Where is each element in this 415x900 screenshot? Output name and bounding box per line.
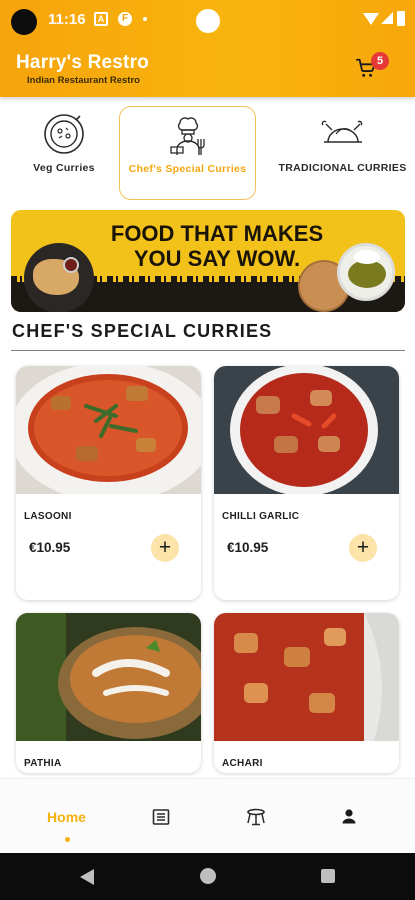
category-tradicional-curries[interactable]: TRADICIONAL CURRIES: [270, 106, 415, 200]
dish-image-pathia: [16, 613, 201, 741]
dot-icon: [143, 17, 147, 21]
item-price: €10.95: [227, 540, 269, 555]
signal-icon: [381, 12, 393, 24]
nav-profile[interactable]: [297, 779, 400, 854]
banner-headline: FOOD THAT MAKES YOU SAY WOW.: [97, 221, 337, 271]
front-camera: [196, 9, 220, 33]
banner-plate-image: [24, 243, 94, 312]
roast-chicken-icon: [321, 120, 362, 143]
app-subtitle: Indian Restaurant Restro: [27, 75, 140, 86]
item-name: LASOONI: [24, 511, 72, 522]
category-veg-curries[interactable]: Veg Curries: [20, 106, 108, 200]
camera-hole: [11, 9, 37, 35]
banner-bowl-image: [337, 243, 395, 301]
category-label: TRADICIONAL CURRIES: [278, 162, 407, 174]
app-title: Harry's Restro: [16, 52, 149, 73]
dish-image-lasooni: [16, 366, 201, 494]
back-icon[interactable]: [80, 869, 94, 885]
nav-table[interactable]: [204, 779, 307, 854]
status-bar: 11:16 A F: [0, 0, 415, 40]
category-row: Veg Curries Chef's Special Curries TRADI…: [0, 100, 415, 202]
app-header: 11:16 A F Harry's Restro Indian Restaura…: [0, 0, 415, 97]
notification-f-icon: F: [118, 12, 132, 26]
nav-active-indicator: [64, 837, 70, 842]
home-circle-icon[interactable]: [200, 868, 216, 884]
banner-line-1: FOOD THAT MAKES: [110, 221, 324, 246]
profile-icon: [342, 809, 355, 824]
recents-icon[interactable]: [321, 869, 335, 883]
nav-home-label: Home: [47, 809, 86, 825]
menu-item-card[interactable]: PATHIA: [16, 613, 201, 773]
promo-banner[interactable]: FOOD THAT MAKES YOU SAY WOW.: [11, 210, 405, 312]
nav-home[interactable]: Home: [15, 779, 118, 854]
system-navigation-bar: [0, 853, 415, 900]
battery-icon: [397, 11, 405, 26]
category-label: Veg Curries: [33, 162, 95, 174]
chef-icon: [169, 117, 205, 155]
menu-item-card[interactable]: CHILLI GARLIC €10.95 +: [214, 366, 399, 600]
notification-a-icon: A: [94, 12, 108, 26]
dish-image-achari: [214, 613, 399, 741]
cart-badge: 5: [371, 52, 389, 70]
category-chefs-special[interactable]: Chef's Special Curries: [119, 106, 256, 200]
menu-item-card[interactable]: LASOONI €10.95 +: [16, 366, 201, 600]
nav-menu[interactable]: [109, 779, 212, 854]
category-label: Chef's Special Curries: [128, 163, 247, 175]
bottom-navigation: Home: [0, 778, 415, 853]
item-name: CHILLI GARLIC: [222, 511, 300, 522]
menu-list-icon: [152, 809, 169, 825]
dining-table-icon: [246, 808, 265, 826]
item-name: ACHARI: [222, 758, 263, 769]
veg-curry-icon: [44, 114, 84, 154]
item-price: €10.95: [29, 540, 71, 555]
dish-image-chilli-garlic: [214, 366, 399, 494]
add-to-cart-button[interactable]: +: [151, 534, 179, 562]
wifi-icon: [363, 13, 379, 25]
status-time: 11:16: [48, 11, 86, 28]
add-to-cart-button[interactable]: +: [349, 534, 377, 562]
section-title: CHEF'S SPECIAL CURRIES: [12, 321, 273, 341]
menu-item-card[interactable]: ACHARI: [214, 613, 399, 773]
item-name: PATHIA: [24, 758, 62, 769]
banner-line-2: YOU SAY WOW.: [133, 246, 301, 271]
section-divider: [11, 350, 405, 351]
